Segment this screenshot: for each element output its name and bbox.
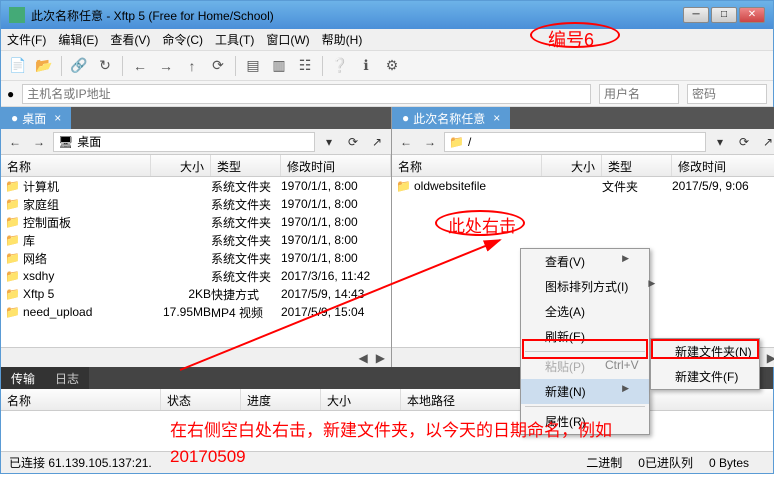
file-row[interactable]: 📁need_upload17.95MBMP4 视频2017/5/9, 15:04 xyxy=(1,303,391,321)
host-bullet-icon: ● xyxy=(7,87,14,101)
local-refresh-icon[interactable]: ⟳ xyxy=(343,132,363,152)
context-menu[interactable]: 查看(V)图标排列方式(I)全选(A)刷新(E) 粘贴(P)Ctrl+V新建(N)… xyxy=(520,248,650,435)
remote-tab[interactable]: ● 此次名称任意 × xyxy=(392,107,510,130)
local-path-input[interactable]: 🖥 桌面 xyxy=(53,132,315,152)
remote-list-header: 名称 大小 类型 修改时间 xyxy=(392,155,774,177)
context-submenu-new[interactable]: 新建文件夹(N)新建文件(F) xyxy=(650,338,760,390)
connect-icon[interactable]: 🔗 xyxy=(68,55,90,77)
local-fwd-icon[interactable]: → xyxy=(29,132,49,152)
open-icon[interactable]: 📂 xyxy=(33,55,55,77)
address-bar: ● xyxy=(1,81,773,107)
menu-command[interactable]: 命令(C) xyxy=(162,31,203,48)
context-item[interactable]: 新建文件(F) xyxy=(651,364,759,389)
local-file-list[interactable]: 📁计算机系统文件夹1970/1/1, 8:00📁家庭组系统文件夹1970/1/1… xyxy=(1,177,391,347)
menu-tools[interactable]: 工具(T) xyxy=(215,31,254,48)
pane2-icon[interactable]: ▥ xyxy=(268,55,290,77)
toolbar: 📄 📂 🔗 ↻ ← → ↑ ⟳ ▤ ▥ ☷ ❔ ℹ ⚙ xyxy=(1,51,773,81)
local-list-header: 名称 大小 类型 修改时间 xyxy=(1,155,391,177)
log-tab[interactable]: 日志 xyxy=(45,367,89,389)
menu-window[interactable]: 窗口(W) xyxy=(266,31,309,48)
local-status: ◀▶ xyxy=(1,347,391,367)
host-input[interactable] xyxy=(22,84,591,104)
file-row[interactable]: 📁oldwebsitefile文件夹2017/5/9, 9:06 xyxy=(392,177,774,195)
context-item[interactable]: 属性(R) xyxy=(521,409,649,434)
titlebar: 此次名称任意 - Xftp 5 (Free for Home/School) ─… xyxy=(1,1,773,29)
fwd-icon[interactable]: → xyxy=(155,55,177,77)
file-row[interactable]: 📁控制面板系统文件夹1970/1/1, 8:00 xyxy=(1,213,391,231)
remote-refresh-icon[interactable]: ⟳ xyxy=(734,132,754,152)
file-row[interactable]: 📁家庭组系统文件夹1970/1/1, 8:00 xyxy=(1,195,391,213)
status-bar: 已连接 61.139.105.137:21. 二进制 0已进队列 0 Bytes xyxy=(1,451,773,473)
context-item[interactable]: 刷新(E) xyxy=(521,324,649,349)
help-icon[interactable]: ❔ xyxy=(329,55,351,77)
back-icon[interactable]: ← xyxy=(129,55,151,77)
local-dropdown-icon[interactable]: ▾ xyxy=(319,132,339,152)
remote-back-icon[interactable]: ← xyxy=(396,132,416,152)
transfer-tab[interactable]: 传输 xyxy=(1,367,45,389)
file-icon: 📁 xyxy=(5,215,19,229)
refresh-icon[interactable]: ⟳ xyxy=(207,55,229,77)
file-icon: 📁 xyxy=(5,287,19,301)
menu-view[interactable]: 查看(V) xyxy=(110,31,150,48)
up-icon[interactable]: ↑ xyxy=(181,55,203,77)
context-item[interactable]: 查看(V) xyxy=(521,249,649,274)
transfer-header: 名称 状态 进度 大小 本地路径 xyxy=(1,389,773,411)
status-bytes: 0 Bytes xyxy=(709,456,749,470)
file-row[interactable]: 📁库系统文件夹1970/1/1, 8:00 xyxy=(1,231,391,249)
file-row[interactable]: 📁xsdhy系统文件夹2017/3/16, 11:42 xyxy=(1,267,391,285)
maximize-button[interactable]: □ xyxy=(711,7,737,23)
context-item[interactable]: 全选(A) xyxy=(521,299,649,324)
menu-edit[interactable]: 编辑(E) xyxy=(58,31,98,48)
context-item[interactable]: 新建(N) xyxy=(521,379,649,404)
remote-fwd-icon[interactable]: → xyxy=(420,132,440,152)
local-tab[interactable]: ● 桌面 × xyxy=(1,107,71,130)
file-icon: 📁 xyxy=(5,197,19,211)
file-icon: 📁 xyxy=(5,251,19,265)
close-button[interactable]: ✕ xyxy=(739,7,765,23)
remote-dropdown-icon[interactable]: ▾ xyxy=(710,132,730,152)
file-row[interactable]: 📁Xftp 52KB快捷方式2017/5/9, 14:43 xyxy=(1,285,391,303)
context-item[interactable]: 新建文件夹(N) xyxy=(651,339,759,364)
status-connection: 已连接 61.139.105.137:21. xyxy=(9,454,152,471)
settings-icon[interactable]: ⚙ xyxy=(381,55,403,77)
menu-file[interactable]: 文件(F) xyxy=(7,31,46,48)
reconnect-icon[interactable]: ↻ xyxy=(94,55,116,77)
about-icon[interactable]: ℹ xyxy=(355,55,377,77)
menu-help[interactable]: 帮助(H) xyxy=(322,31,363,48)
status-queue: 0已进队列 xyxy=(638,454,693,471)
app-icon xyxy=(9,7,25,23)
tab-close-icon[interactable]: × xyxy=(54,111,61,125)
context-item: 粘贴(P)Ctrl+V xyxy=(521,354,649,379)
window-title: 此次名称任意 - Xftp 5 (Free for Home/School) xyxy=(31,7,683,24)
minimize-button[interactable]: ─ xyxy=(683,7,709,23)
file-icon: 📁 xyxy=(396,179,410,193)
password-input[interactable] xyxy=(687,84,767,104)
file-icon: 📁 xyxy=(5,269,19,283)
local-back-icon[interactable]: ← xyxy=(5,132,25,152)
file-icon: 📁 xyxy=(5,179,19,193)
remote-path-input[interactable]: 📁 / xyxy=(444,132,706,152)
pane-icon[interactable]: ▤ xyxy=(242,55,264,77)
file-row[interactable]: 📁网络系统文件夹1970/1/1, 8:00 xyxy=(1,249,391,267)
file-row[interactable]: 📁计算机系统文件夹1970/1/1, 8:00 xyxy=(1,177,391,195)
menubar: 文件(F) 编辑(E) 查看(V) 命令(C) 工具(T) 窗口(W) 帮助(H… xyxy=(1,29,773,51)
new-icon[interactable]: 📄 xyxy=(7,55,29,77)
annotation-rc-oval xyxy=(435,210,525,236)
status-binary: 二进制 xyxy=(586,454,622,471)
annotation-badge-oval xyxy=(530,22,620,48)
file-icon: 📁 xyxy=(5,233,19,247)
tab-close-icon[interactable]: × xyxy=(493,111,500,125)
remote-send-icon[interactable]: ↗ xyxy=(758,132,774,152)
context-item[interactable]: 图标排列方式(I) xyxy=(521,274,649,299)
user-input[interactable] xyxy=(599,84,679,104)
file-icon: 📁 xyxy=(5,305,19,319)
transfer-list[interactable] xyxy=(1,411,773,451)
local-pane: ● 桌面 × ← → 🖥 桌面 ▾ ⟳ ↗ 名称 大小 类型 修改时间 📁计算机… xyxy=(1,107,392,367)
view-icon[interactable]: ☷ xyxy=(294,55,316,77)
local-send-icon[interactable]: ↗ xyxy=(367,132,387,152)
